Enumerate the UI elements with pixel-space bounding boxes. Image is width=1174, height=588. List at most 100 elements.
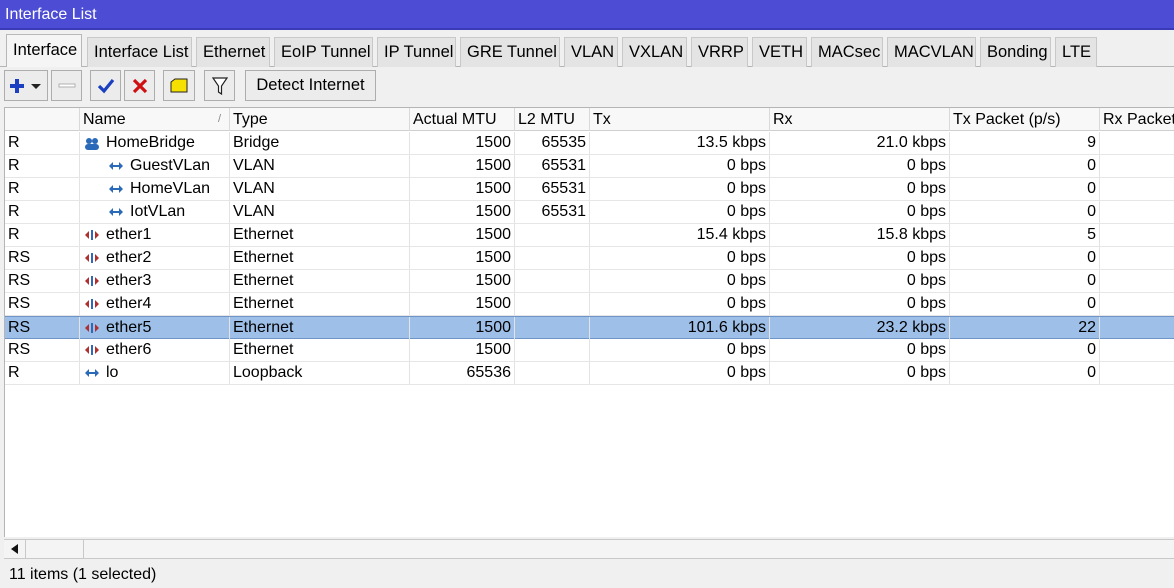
tab-macvlan[interactable]: MACVLAN bbox=[887, 37, 976, 67]
table-row[interactable]: RS ether5 Ethernet 1500 101.6 kbps 23.2 kbps 2… bbox=[5, 316, 1174, 339]
window-titlebar: Interface List bbox=[0, 0, 1174, 30]
interface-name: ether3 bbox=[106, 272, 152, 289]
scrollbar-thumb[interactable] bbox=[26, 540, 84, 558]
cell-rx: 21.0 kbps bbox=[770, 132, 950, 154]
cell-type: VLAN bbox=[230, 155, 410, 177]
tab-eoip-tunnel[interactable]: EoIP Tunnel bbox=[274, 37, 373, 67]
cell-type: Ethernet bbox=[230, 270, 410, 292]
cell-rxp bbox=[1100, 201, 1174, 223]
tab-vxlan[interactable]: VXLAN bbox=[622, 37, 687, 67]
cell-name: ether6 bbox=[80, 339, 230, 361]
column-header-tx-packet[interactable]: Tx Packet (p/s) bbox=[950, 108, 1100, 131]
table-row[interactable]: R HomeVLan VLAN 1500 65531 0 bps 0 bps 0 bbox=[5, 178, 1174, 201]
table-row[interactable]: RS ether4 Ethernet 1500 0 bps 0 bps 0 bbox=[5, 293, 1174, 316]
tab-vrrp[interactable]: VRRP bbox=[691, 37, 748, 67]
cell-tx: 15.4 kbps bbox=[590, 224, 770, 246]
cell-mtu: 65536 bbox=[410, 362, 515, 384]
cell-mtu: 1500 bbox=[410, 339, 515, 361]
cell-l2mtu bbox=[515, 247, 590, 269]
tab-macsec[interactable]: MACsec bbox=[811, 37, 883, 67]
cell-type: Ethernet bbox=[230, 293, 410, 315]
tab-vlan[interactable]: VLAN bbox=[564, 37, 618, 67]
column-header-actual-mtu[interactable]: Actual MTU bbox=[410, 108, 515, 131]
tab-veth[interactable]: VETH bbox=[752, 37, 807, 67]
table-row[interactable]: Rlo Loopback 65536 0 bps 0 bps 0 bbox=[5, 362, 1174, 385]
column-header-name-label: Name bbox=[83, 111, 126, 128]
table-row[interactable]: R IotVLan VLAN 1500 65531 0 bps 0 bps 0 bbox=[5, 201, 1174, 224]
cell-type: Ethernet bbox=[230, 224, 410, 246]
column-header-flags[interactable] bbox=[5, 108, 80, 131]
cell-name: ether4 bbox=[80, 293, 230, 315]
tab-interface[interactable]: Interface bbox=[6, 34, 82, 68]
cell-txp: 0 bbox=[950, 201, 1100, 223]
vlan-icon bbox=[109, 185, 123, 193]
cell-l2mtu bbox=[515, 224, 590, 246]
ethernet-icon bbox=[85, 299, 99, 309]
cell-l2mtu bbox=[515, 362, 590, 384]
cell-mtu: 1500 bbox=[410, 201, 515, 223]
tab-bonding[interactable]: Bonding bbox=[980, 37, 1051, 67]
horizontal-scrollbar[interactable] bbox=[4, 539, 1174, 559]
add-button[interactable] bbox=[4, 70, 48, 101]
ethernet-icon bbox=[85, 253, 99, 263]
column-header-rx[interactable]: Rx bbox=[770, 108, 950, 131]
tab-ip-tunnel[interactable]: IP Tunnel bbox=[377, 37, 456, 67]
cell-rx: 0 bps bbox=[770, 201, 950, 223]
cell-l2mtu: 65531 bbox=[515, 155, 590, 177]
cell-txp: 0 bbox=[950, 339, 1100, 361]
cell-l2mtu: 65531 bbox=[515, 178, 590, 200]
ethernet-icon bbox=[85, 230, 99, 240]
cell-rxp bbox=[1100, 178, 1174, 200]
cell-tx: 0 bps bbox=[590, 270, 770, 292]
cell-rxp bbox=[1100, 224, 1174, 246]
interface-name: GuestVLan bbox=[130, 157, 211, 174]
filter-button[interactable] bbox=[204, 70, 235, 101]
interface-name: HomeBridge bbox=[106, 134, 195, 151]
scroll-left-button[interactable] bbox=[4, 540, 26, 558]
detect-internet-button[interactable]: Detect Internet bbox=[245, 70, 376, 101]
comment-button[interactable] bbox=[163, 70, 195, 101]
column-header-name[interactable]: Name / bbox=[80, 108, 230, 131]
cell-l2mtu: 65535 bbox=[515, 132, 590, 154]
vlan-icon bbox=[109, 208, 123, 216]
cell-flags: R bbox=[5, 224, 80, 246]
remove-button[interactable] bbox=[51, 70, 82, 101]
arrow-left-icon bbox=[11, 544, 18, 554]
enable-button[interactable] bbox=[90, 70, 121, 101]
table-header: Name / Type Actual MTU L2 MTU Tx Rx Tx P… bbox=[5, 108, 1174, 131]
interface-name: ether6 bbox=[106, 341, 152, 358]
column-header-rx-packet[interactable]: Rx Packet bbox=[1100, 108, 1174, 131]
cell-rxp bbox=[1100, 317, 1174, 339]
cell-type: Bridge bbox=[230, 132, 410, 154]
ethernet-icon bbox=[85, 345, 99, 355]
cell-rxp bbox=[1100, 293, 1174, 315]
cell-flags: R bbox=[5, 362, 80, 384]
tab-gre-tunnel[interactable]: GRE Tunnel bbox=[460, 37, 560, 67]
tab-ethernet[interactable]: Ethernet bbox=[196, 37, 270, 67]
table-row[interactable]: RS ether2 Ethernet 1500 0 bps 0 bps 0 bbox=[5, 247, 1174, 270]
cell-flags: RS bbox=[5, 247, 80, 269]
column-header-l2-mtu[interactable]: L2 MTU bbox=[515, 108, 590, 131]
table-row[interactable]: Rether1 Ethernet 1500 15.4 kbps 15.8 kbps 5 bbox=[5, 224, 1174, 247]
cell-mtu: 1500 bbox=[410, 270, 515, 292]
table-row[interactable]: RS ether3 Ethernet 1500 0 bps 0 bps 0 bbox=[5, 270, 1174, 293]
tab-lte[interactable]: LTE bbox=[1055, 37, 1097, 67]
checkmark-icon bbox=[97, 78, 114, 93]
ethernet-icon bbox=[85, 323, 99, 333]
cell-txp: 0 bbox=[950, 270, 1100, 292]
interface-name: IotVLan bbox=[130, 203, 186, 220]
table-row[interactable]: RS ether6 Ethernet 1500 0 bps 0 bps 0 bbox=[5, 339, 1174, 362]
cell-tx: 101.6 kbps bbox=[590, 317, 770, 339]
table-row[interactable]: R GuestVLan VLAN 1500 65531 0 bps 0 bps 0 bbox=[5, 155, 1174, 178]
column-header-type[interactable]: Type bbox=[230, 108, 410, 131]
cell-rx: 0 bps bbox=[770, 362, 950, 384]
cell-mtu: 1500 bbox=[410, 155, 515, 177]
interface-name: ether4 bbox=[106, 295, 152, 312]
column-header-tx[interactable]: Tx bbox=[590, 108, 770, 131]
disable-button[interactable] bbox=[124, 70, 155, 101]
cell-flags: R bbox=[5, 155, 80, 177]
tab-interface-list[interactable]: Interface List bbox=[87, 37, 192, 67]
comment-note-icon bbox=[170, 78, 188, 92]
cell-tx: 0 bps bbox=[590, 293, 770, 315]
table-row[interactable]: R HomeBridge Bridge 1500 65535 13.5 kbps 21.0 … bbox=[5, 132, 1174, 155]
